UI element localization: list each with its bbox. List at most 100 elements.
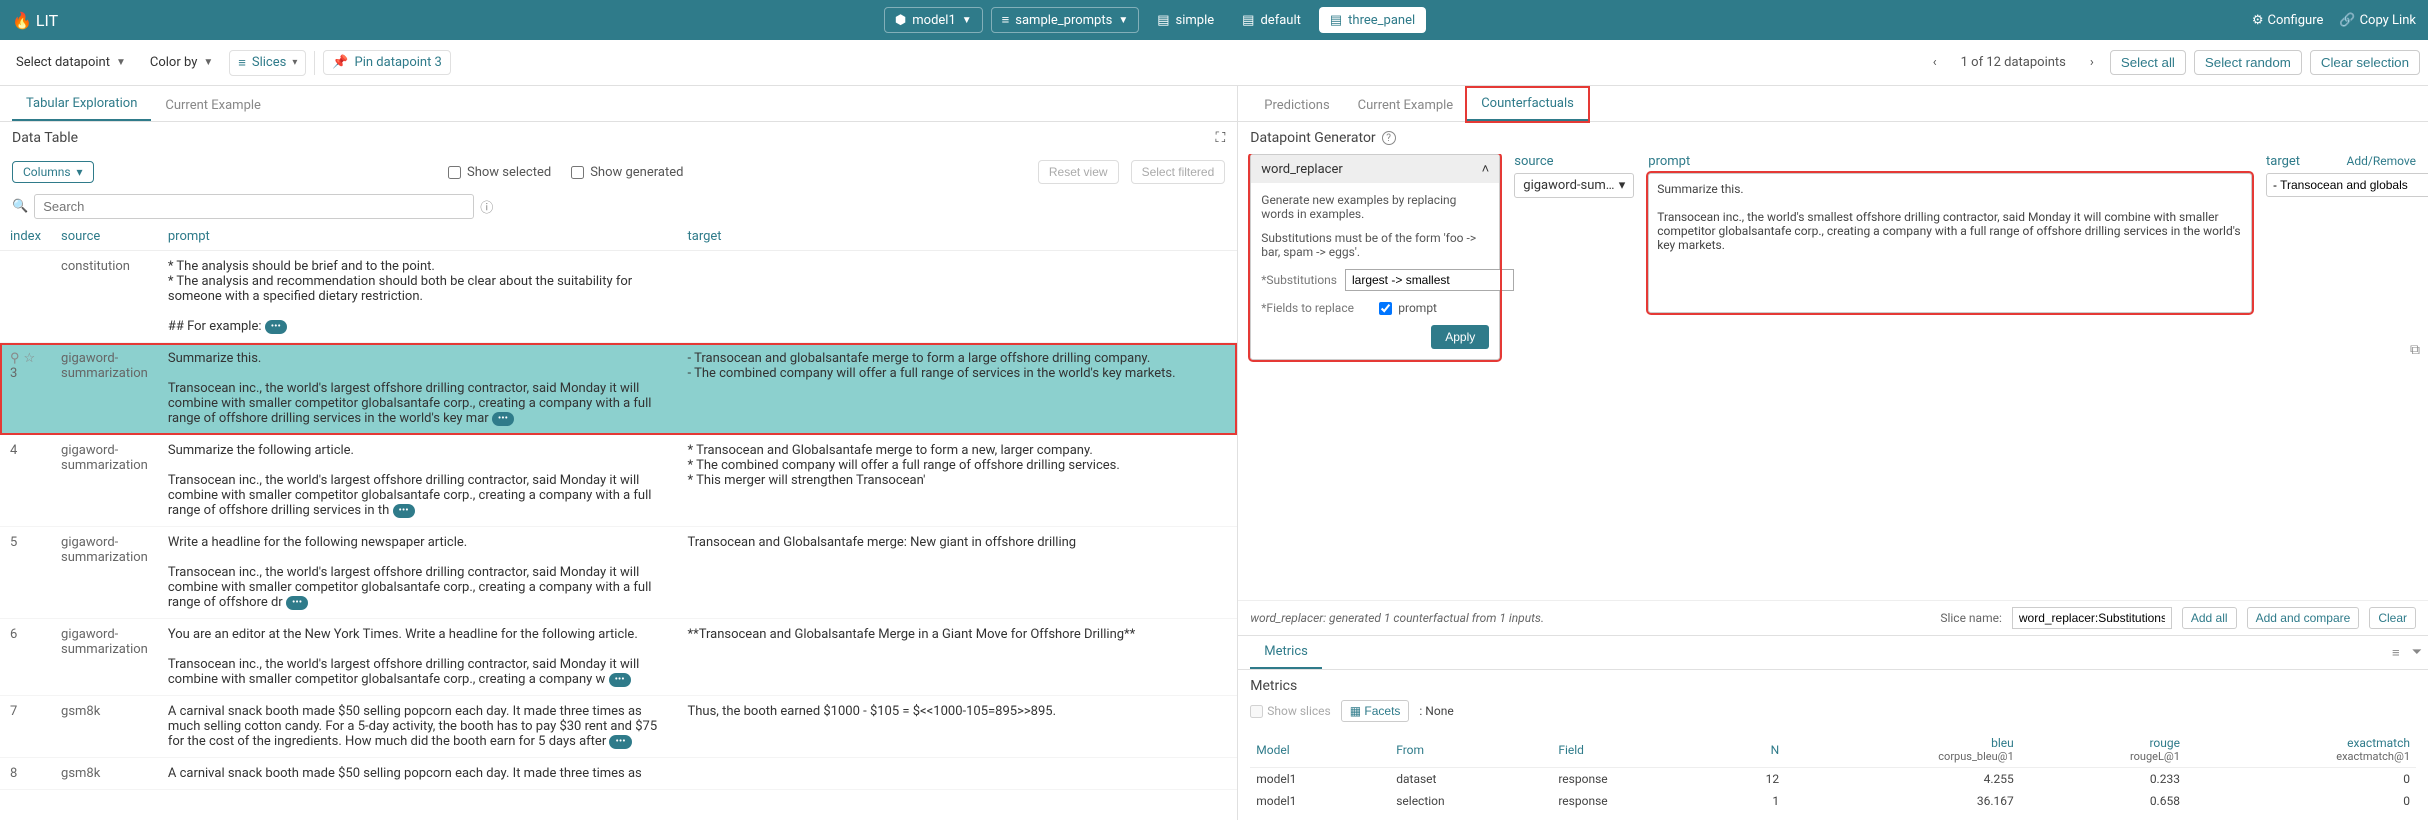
cube-icon: ⬢ xyxy=(895,13,906,28)
reset-view-button[interactable]: Reset view xyxy=(1038,160,1119,184)
layout-default[interactable]: ▤default xyxy=(1232,7,1311,33)
col-target[interactable]: target xyxy=(678,223,1238,251)
tab-predictions[interactable]: Predictions xyxy=(1250,90,1343,121)
app-logo: 🔥 LIT xyxy=(12,11,58,30)
copy-link-button[interactable]: 🔗Copy Link xyxy=(2339,13,2416,28)
add-all-button[interactable]: Add all xyxy=(2182,607,2237,629)
copy-icon[interactable]: ⧉ xyxy=(2410,342,2420,358)
fullscreen-icon[interactable]: ⛶ xyxy=(1215,130,1225,146)
link-icon: 🔗 xyxy=(2339,13,2355,28)
table-row[interactable]: 7 gsm8k A carnival snack booth made $50 … xyxy=(0,696,1237,758)
facets-button[interactable]: ▦ Facets xyxy=(1341,700,1410,722)
show-generated-checkbox[interactable]: Show generated xyxy=(571,165,683,180)
col-rouge[interactable]: rougerougeL@1 xyxy=(2020,732,2186,768)
metrics-title: Metrics xyxy=(1250,678,2416,694)
tab-current-example[interactable]: Current Example xyxy=(151,90,275,121)
more-icon[interactable]: ••• xyxy=(609,735,631,749)
metrics-row: model1datasetresponse124.2550.2330 xyxy=(1250,768,2416,791)
top-bar: 🔥 LIT ⬢model1▼ ≡sample_prompts▼ ▤simple … xyxy=(0,0,2428,40)
drag-icon[interactable]: ≡ xyxy=(2386,641,2406,665)
select-datapoint-dropdown[interactable]: Select datapoint▼ xyxy=(8,51,134,74)
apply-button[interactable]: Apply xyxy=(1431,325,1489,349)
prompt-field-checkbox[interactable]: prompt xyxy=(1379,301,1437,315)
clear-selection-button[interactable]: Clear selection xyxy=(2310,50,2420,75)
facets-value: : None xyxy=(1419,704,1453,718)
flame-icon: 🔥 xyxy=(12,11,32,30)
table-row[interactable]: 6 gigaword-summarization You are an edit… xyxy=(0,619,1237,696)
col-prompt[interactable]: prompt xyxy=(158,223,678,251)
app-name: LIT xyxy=(36,11,58,30)
right-pane: Predictions Current Example Counterfactu… xyxy=(1238,86,2428,820)
dataset-selector[interactable]: ≡sample_prompts▼ xyxy=(991,7,1140,33)
col-exact[interactable]: exactmatchexactmatch@1 xyxy=(2186,732,2416,768)
help-icon[interactable]: ⓘ xyxy=(480,197,493,216)
source-dropdown[interactable]: gigaword-summarization▾ xyxy=(1514,173,1634,198)
col-model[interactable]: Model xyxy=(1250,732,1390,768)
col-n[interactable]: N xyxy=(1717,732,1785,768)
model-selector[interactable]: ⬢model1▼ xyxy=(884,7,983,33)
show-selected-checkbox[interactable]: Show selected xyxy=(448,165,551,180)
slices-dropdown[interactable]: ≡Slices▾ xyxy=(229,50,306,76)
select-all-button[interactable]: Select all xyxy=(2110,50,2186,75)
search-input[interactable] xyxy=(34,194,474,219)
table-row-selected[interactable]: ⚲☆3 gigaword-summarization Summarize thi… xyxy=(0,343,1237,435)
col-source[interactable]: source xyxy=(51,223,158,251)
more-icon[interactable]: ••• xyxy=(286,596,308,610)
tab-current-example[interactable]: Current Example xyxy=(1344,90,1468,121)
clear-button[interactable]: Clear xyxy=(2369,607,2416,629)
help-icon[interactable]: ? xyxy=(1382,131,1396,145)
show-slices-checkbox[interactable]: Show slices xyxy=(1250,704,1330,718)
more-icon[interactable]: ••• xyxy=(609,673,631,687)
target-label: targetAdd/Remove xyxy=(2266,154,2416,169)
col-bleu[interactable]: bleucorpus_bleu@1 xyxy=(1785,732,2020,768)
configure-button[interactable]: ⚙Configure xyxy=(2252,13,2324,28)
caret-down-icon: ▼ xyxy=(1118,15,1128,26)
next-datapoint-button[interactable]: › xyxy=(2082,51,2102,74)
generator-title: Datapoint Generator xyxy=(1250,130,1375,146)
table-row[interactable]: 4 gigaword-summarization Summarize the f… xyxy=(0,435,1237,527)
slice-name-input[interactable] xyxy=(2012,607,2172,629)
data-table: index source prompt target constitution … xyxy=(0,223,1237,790)
caret-down-icon: ▾ xyxy=(77,165,83,179)
generator-desc: Generate new examples by replacing words… xyxy=(1261,193,1489,221)
more-icon[interactable]: ••• xyxy=(393,504,415,518)
pin-datapoint-button[interactable]: 📌Pin datapoint 3 xyxy=(323,50,451,75)
word-replacer-header[interactable]: word_replacer˄ xyxy=(1251,155,1499,183)
filter-icon[interactable]: ⏷ xyxy=(2406,641,2428,664)
status-text: word_replacer: generated 1 counterfactua… xyxy=(1250,611,1544,625)
tab-tabular-exploration[interactable]: Tabular Exploration xyxy=(12,88,151,121)
more-icon[interactable]: ••• xyxy=(492,412,514,426)
layout-icon: ▤ xyxy=(1330,13,1342,28)
star-icon[interactable]: ☆ xyxy=(24,351,36,366)
list-icon: ≡ xyxy=(1002,12,1010,28)
table-row[interactable]: 8 gsm8k A carnival snack booth made $50 … xyxy=(0,758,1237,790)
prompt-textbox[interactable]: Summarize this.Transocean inc., the worl… xyxy=(1648,173,2252,313)
left-tabs: Tabular Exploration Current Example xyxy=(0,86,1237,122)
target-input[interactable] xyxy=(2266,173,2428,197)
add-remove-link[interactable]: Add/Remove xyxy=(2347,154,2416,168)
subs-label: *Substitutions xyxy=(1261,273,1337,287)
generator-desc2: Substitutions must be of the form 'foo -… xyxy=(1261,231,1489,259)
data-table-title: Data Table xyxy=(12,130,78,146)
select-filtered-button[interactable]: Select filtered xyxy=(1131,160,1226,184)
prev-datapoint-button[interactable]: ‹ xyxy=(1925,51,1945,74)
tab-counterfactuals[interactable]: Counterfactuals xyxy=(1467,88,1588,121)
select-random-button[interactable]: Select random xyxy=(2194,50,2302,75)
add-compare-button[interactable]: Add and compare xyxy=(2247,607,2360,629)
tab-metrics[interactable]: Metrics xyxy=(1250,636,1322,669)
color-by-dropdown[interactable]: Color by▼ xyxy=(142,51,221,74)
col-field[interactable]: Field xyxy=(1552,732,1716,768)
table-row[interactable]: 5 gigaword-summarization Write a headlin… xyxy=(0,527,1237,619)
pin-icon[interactable]: ⚲ xyxy=(10,351,20,366)
left-pane: Tabular Exploration Current Example Data… xyxy=(0,86,1238,820)
table-row[interactable]: constitution * The analysis should be br… xyxy=(0,251,1237,343)
col-index[interactable]: index xyxy=(0,223,51,251)
more-icon[interactable]: ••• xyxy=(265,320,287,334)
substitutions-input[interactable] xyxy=(1345,269,1514,291)
col-from[interactable]: From xyxy=(1390,732,1552,768)
columns-button[interactable]: Columns▾ xyxy=(12,161,94,183)
grid-icon: ▦ xyxy=(1350,704,1361,718)
slices-icon: ≡ xyxy=(238,55,246,71)
layout-simple[interactable]: ▤simple xyxy=(1147,7,1224,33)
layout-three-panel[interactable]: ▤three_panel xyxy=(1319,7,1426,33)
